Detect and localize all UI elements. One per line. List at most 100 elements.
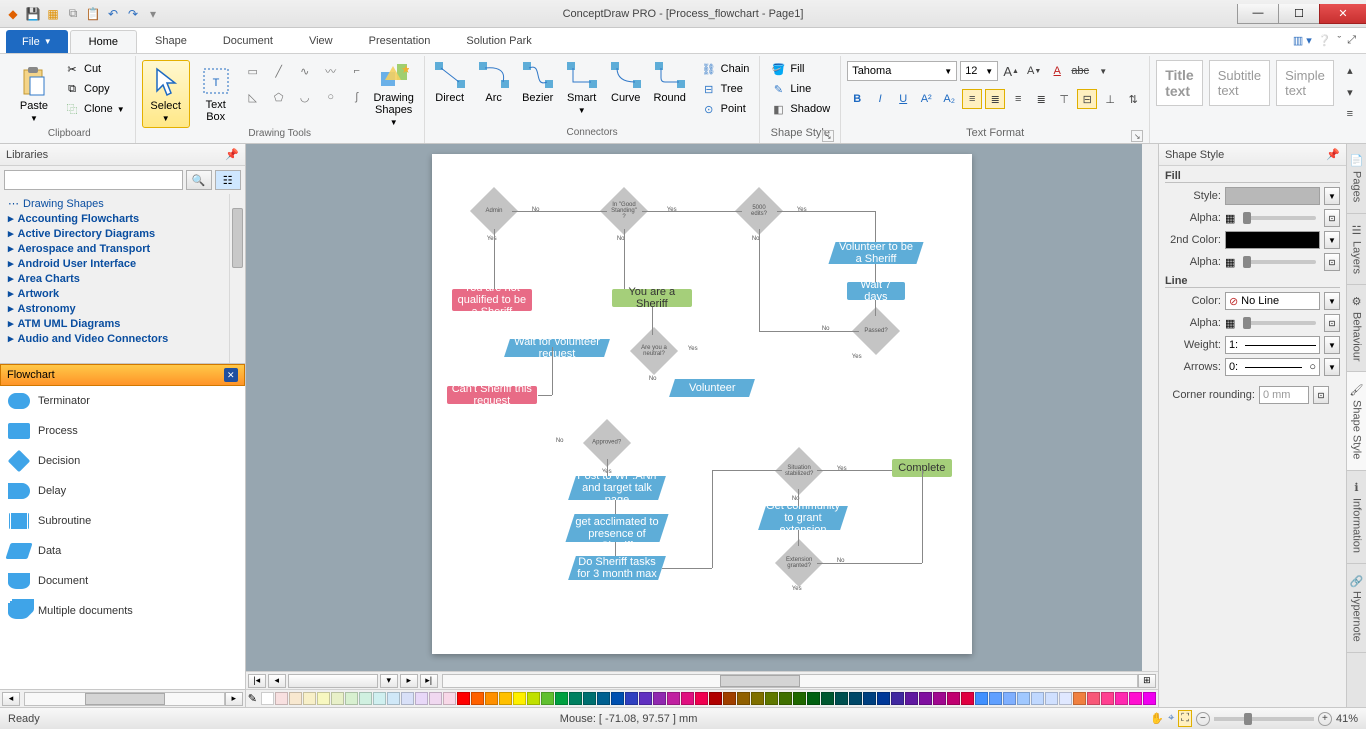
qat-save-icon[interactable]: 💾 <box>24 5 42 23</box>
color-swatch[interactable] <box>849 692 862 705</box>
cut-button[interactable]: ✂Cut <box>60 60 129 78</box>
drawing-page[interactable]: Admin In "Good Standing" ? 5000 edits? N… <box>432 154 972 654</box>
color-swatch[interactable] <box>667 692 680 705</box>
shape-document[interactable]: Document <box>0 566 245 596</box>
paste-button[interactable]: Paste▼ <box>10 60 58 128</box>
color-swatch[interactable] <box>751 692 764 705</box>
color-swatch[interactable] <box>289 692 302 705</box>
tool-polyline-icon[interactable]: ◺ <box>242 86 264 108</box>
arrows-select[interactable]: 0:○ <box>1225 358 1320 376</box>
node-5000edits[interactable]: 5000 edits? <box>735 187 783 235</box>
color-swatch[interactable] <box>611 692 624 705</box>
zoom-slider[interactable] <box>1214 717 1314 721</box>
style-simple[interactable]: Simpletext <box>1276 60 1334 106</box>
shapestyle-launcher-icon[interactable]: ↘ <box>822 130 834 142</box>
lib-aerospace[interactable]: ▸ Aerospace and Transport <box>0 241 245 256</box>
node-yousheriff[interactable]: You are a Sheriff <box>612 289 692 307</box>
page-prev-icon[interactable]: ◂ <box>268 674 286 688</box>
page-dropdown[interactable]: ▾ <box>380 674 398 688</box>
color-swatch[interactable] <box>359 692 372 705</box>
ribbon-options-icon[interactable]: ⤢ <box>1347 34 1356 47</box>
canvas-hscroll[interactable]: |◂ ◂ ▾ ▸ ▸| ⊞ <box>246 671 1158 689</box>
lib-drawing-shapes[interactable]: ⋯ Drawing Shapes <box>0 196 245 211</box>
tool-polygon-icon[interactable]: ⬠ <box>268 86 290 108</box>
color-swatch[interactable] <box>975 692 988 705</box>
style-subtitle[interactable]: Subtitletext <box>1209 60 1270 106</box>
color-swatch[interactable] <box>1129 692 1142 705</box>
tool-curve-icon[interactable]: ∿ <box>294 60 316 82</box>
textbox-button[interactable]: T Text Box <box>192 60 240 128</box>
qat-paste-icon[interactable]: 📋 <box>84 5 102 23</box>
line-weight-select[interactable]: 1: <box>1225 336 1320 354</box>
point-button[interactable]: ⊙Point <box>697 100 754 118</box>
lib-astronomy[interactable]: ▸ Astronomy <box>0 301 245 316</box>
color-swatch[interactable] <box>1115 692 1128 705</box>
bold-button[interactable]: B <box>847 89 867 109</box>
qat-undo-icon[interactable]: ↶ <box>104 5 122 23</box>
valign-bot-button[interactable]: ⊥ <box>1100 89 1120 109</box>
color-swatch[interactable] <box>555 692 568 705</box>
color-swatch[interactable] <box>1045 692 1058 705</box>
color-swatch[interactable] <box>387 692 400 705</box>
sidetab-behaviour[interactable]: ⚙Behaviour <box>1347 285 1366 373</box>
style-title[interactable]: Titletext <box>1156 60 1203 106</box>
color-swatch[interactable] <box>583 692 596 705</box>
color-swatch[interactable] <box>905 692 918 705</box>
connector-smart-button[interactable]: Smart▼ <box>563 60 601 115</box>
tool-rect-icon[interactable]: ▭ <box>242 60 264 82</box>
color-swatch[interactable] <box>877 692 890 705</box>
pin-icon[interactable]: 📌 <box>1326 148 1340 161</box>
underline-button[interactable]: U <box>893 89 913 109</box>
node-admin[interactable]: Admin <box>470 187 518 235</box>
color-swatch[interactable] <box>807 692 820 705</box>
fill-alpha-slider[interactable] <box>1243 216 1316 220</box>
search-button[interactable]: 🔍 <box>186 170 212 190</box>
align-right-button[interactable]: ≡ <box>1008 89 1028 109</box>
scrollbar[interactable] <box>229 194 245 363</box>
node-passed[interactable]: Passed? <box>852 307 900 355</box>
color-swatch[interactable] <box>835 692 848 705</box>
clone-button[interactable]: ⿻Clone ▼ <box>60 100 129 118</box>
color-swatch[interactable] <box>415 692 428 705</box>
fill-button[interactable]: 🪣Fill <box>766 60 834 78</box>
qat-copy-icon[interactable]: ⧉ <box>64 5 82 23</box>
lib-android[interactable]: ▸ Android User Interface <box>0 256 245 271</box>
shadow-button[interactable]: ◧Shadow <box>766 100 834 118</box>
fontcolor-button[interactable]: A <box>1047 61 1067 81</box>
line-color-select[interactable]: ⊘No Line <box>1225 292 1320 310</box>
node-post[interactable]: Post to WP:AN/I and target talk page <box>568 476 666 500</box>
color-swatch[interactable] <box>499 692 512 705</box>
file-tab[interactable]: File▼ <box>6 30 68 53</box>
color-swatch[interactable] <box>1017 692 1030 705</box>
color-swatch[interactable] <box>597 692 610 705</box>
color-swatch[interactable] <box>1031 692 1044 705</box>
color-swatch[interactable] <box>485 692 498 705</box>
qat-more-icon[interactable]: ▾ <box>144 5 162 23</box>
tool-ellipse-icon[interactable]: ○ <box>320 86 342 108</box>
collapse-ribbon-icon[interactable]: ˇ <box>1338 35 1342 47</box>
sidetab-layers[interactable]: ☱Layers <box>1347 214 1366 285</box>
color-swatch[interactable] <box>933 692 946 705</box>
color-swatch[interactable] <box>723 692 736 705</box>
color-swatch[interactable] <box>275 692 288 705</box>
color-swatch[interactable] <box>947 692 960 705</box>
color-swatch[interactable] <box>709 692 722 705</box>
color-swatch[interactable] <box>863 692 876 705</box>
page-tab[interactable] <box>288 674 378 688</box>
styles-up-icon[interactable]: ▴ <box>1340 60 1360 80</box>
tab-home[interactable]: Home <box>70 30 137 53</box>
connector-curve-button[interactable]: Curve <box>607 60 645 115</box>
line-alpha-slider[interactable] <box>1243 321 1316 325</box>
color-swatch[interactable] <box>373 692 386 705</box>
grow-font-button[interactable]: A▲ <box>1001 61 1021 81</box>
node-neutral[interactable]: Are you a neutral? <box>630 327 678 375</box>
shape-delay[interactable]: Delay <box>0 476 245 506</box>
valign-mid-button[interactable]: ⊟ <box>1077 89 1097 109</box>
color-swatch[interactable] <box>513 692 526 705</box>
color-swatch[interactable] <box>569 692 582 705</box>
node-cantsheriff[interactable]: Can't Sheriff this request <box>447 386 537 404</box>
color2-alpha-slider[interactable] <box>1243 260 1316 264</box>
superscript-button[interactable]: A² <box>916 89 936 109</box>
align-center-button[interactable]: ≣ <box>985 89 1005 109</box>
connector-round-button[interactable]: Round <box>651 60 689 115</box>
